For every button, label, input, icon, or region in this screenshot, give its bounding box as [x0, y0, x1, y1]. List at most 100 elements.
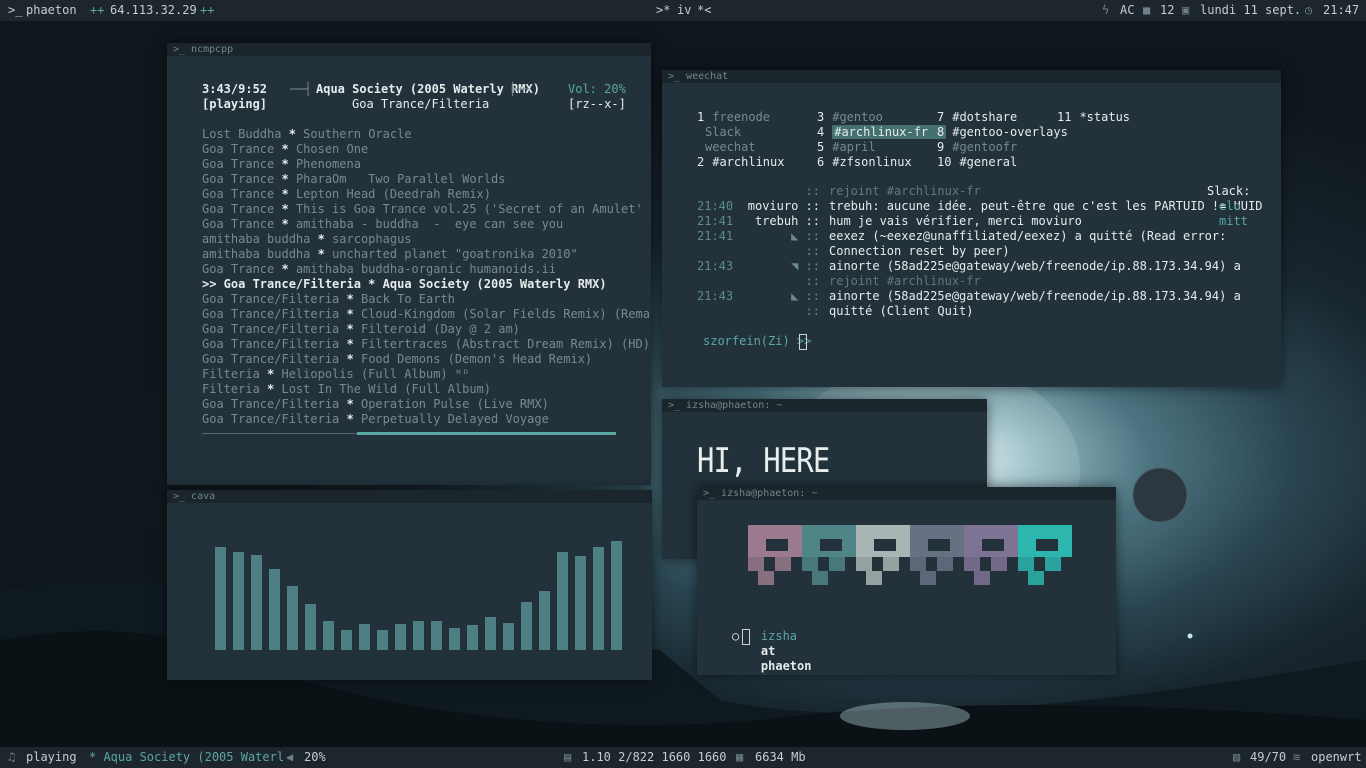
volume-level[interactable]: 20%: [304, 747, 326, 768]
playlist-item[interactable]: Goa Trance * PharaOm Two Parallel Worlds: [202, 172, 505, 187]
buffer-item[interactable]: 6 #zfsonlinux: [817, 155, 912, 170]
now-playing-title: Aqua Society (2005 Waterly RMX): [316, 82, 540, 96]
palette-block: [866, 571, 882, 585]
prompt-user: izsha: [760, 629, 798, 643]
terminal-icon: >_: [8, 3, 23, 17]
playlist-separator: *: [360, 277, 383, 291]
welcome-banner: HI, HERE: [697, 441, 830, 481]
playlist-item[interactable]: amithaba buddha * uncharted planet "goat…: [202, 247, 578, 262]
buffer-item[interactable]: 3 #gentoo: [817, 110, 883, 125]
date: lundi 11 sept.: [1200, 3, 1302, 17]
playlist-item[interactable]: Filteria * Lost In The Wild (Full Album): [202, 382, 491, 397]
playlist-item[interactable]: Goa Trance * amithaba - buddha - eye can…: [202, 217, 563, 232]
cava-bar: [359, 624, 370, 650]
playlist-item[interactable]: Lost Buddha * Southern Oracle: [202, 127, 412, 142]
playlist-separator: *: [310, 247, 333, 261]
buffer-item[interactable]: 2 #archlinux: [697, 155, 784, 170]
playlist-separator: *: [274, 262, 296, 276]
buffer-item[interactable]: Slack: [697, 125, 741, 140]
playlist-artist: >> Goa Trance/Filteria: [202, 277, 361, 291]
buffer-item[interactable]: 11 *status: [1057, 110, 1130, 125]
cava-bar: [449, 628, 460, 650]
message-nick: ::: [805, 184, 820, 198]
volume-icon: ◀: [286, 750, 294, 764]
playlist-item[interactable]: >> Goa Trance/Filteria * Aqua Society (2…: [202, 277, 607, 292]
buffer-name: weechat: [705, 140, 756, 154]
terminal-window-2[interactable]: >_ izsha@phaeton: ~ izsha at phaeton in …: [697, 487, 1116, 675]
memory-usage: 6634 Mb: [755, 750, 806, 764]
nicklist-item[interactable]: mitt: [1219, 214, 1248, 229]
playlist-item[interactable]: Filteria * Heliopolis (Full Album) ᴴᴰ: [202, 367, 469, 382]
playlist-item[interactable]: Goa Trance * Phenomena: [202, 157, 361, 172]
palette-gap: [928, 539, 950, 551]
playlist-artist: Goa Trance: [202, 202, 275, 216]
playlist-item[interactable]: Goa Trance/Filteria * Filtertraces (Abst…: [202, 337, 650, 352]
message-text: quitté (Client Quit): [829, 304, 974, 318]
playlist-item[interactable]: Goa Trance/Filteria * Cloud-Kingdom (Sol…: [202, 307, 651, 322]
playlist-separator: *: [274, 172, 296, 186]
cava-bar: [323, 621, 334, 650]
playlist-title: Chosen One: [295, 142, 369, 156]
cava-bar: [467, 625, 478, 650]
ncmpcpp-window[interactable]: >_ ncmpcpp 3:43/9:52 [playing] ──┤ Aqua …: [167, 43, 651, 485]
playlist-title: Aqua Society (2005 Waterly RMX): [382, 277, 607, 291]
playlist-item[interactable]: Goa Trance * amithaba buddha-organic hum…: [202, 262, 556, 277]
power-icon: ϟ: [1102, 3, 1110, 17]
buffer-name: #zfsonlinux: [832, 155, 912, 169]
mpd-state[interactable]: playing: [26, 747, 77, 768]
message-text: ainorte (58ad225e@gateway/web/freenode/i…: [829, 289, 1241, 303]
buffer-item[interactable]: weechat: [697, 140, 756, 155]
input-cursor[interactable]: [799, 334, 807, 350]
playlist-item[interactable]: Goa Trance * Lepton Head (Deedrah Remix): [202, 187, 491, 202]
calendar-icon: ▣: [1182, 3, 1190, 17]
buffer-number: 7: [937, 110, 945, 124]
playlist-separator: *: [259, 382, 282, 396]
palette-block: [991, 557, 1007, 571]
buffer-item[interactable]: 5 #april: [817, 140, 876, 155]
playlist-title: sarcophagus: [332, 232, 412, 246]
message-nick: ◣ ::: [791, 229, 820, 243]
buffer-item[interactable]: 9 #gentoofr: [937, 140, 1017, 155]
workspace-indicator[interactable]: iv: [677, 0, 691, 21]
playlist-item[interactable]: amithaba buddha * sarcophagus: [202, 232, 412, 247]
battery-icon: ■: [1143, 3, 1151, 17]
message-nick: ::: [805, 244, 820, 258]
nicklist-item[interactable]: elo: [1219, 199, 1241, 214]
ip-prefix: ++: [90, 3, 105, 17]
buffer-number: 1: [697, 110, 705, 124]
playlist-item[interactable]: Goa Trance/Filteria * Food Demons (Demon…: [202, 352, 592, 367]
terminal-cursor[interactable]: [742, 629, 750, 645]
cava-bar: [377, 630, 388, 650]
playlist-artist: amithaba buddha: [202, 247, 311, 261]
cava-bar: [233, 552, 244, 650]
playlist-item[interactable]: Goa Trance/Filteria * Operation Pulse (L…: [202, 397, 549, 412]
playlist-separator: *: [339, 397, 361, 411]
playlist-item[interactable]: Goa Trance/Filteria * Filteroid (Day @ 2…: [202, 322, 520, 337]
playlist-title: Lepton Head (Deedrah Remix): [295, 187, 492, 201]
volume-indicator[interactable]: Vol: 20%: [568, 82, 626, 97]
palette-block: [856, 557, 872, 571]
buffer-item[interactable]: 7 #dotshare: [937, 110, 1017, 125]
cpu-icon: ▤: [564, 750, 572, 764]
time: 21:47: [1323, 3, 1360, 17]
buffer-item[interactable]: 1 freenode: [697, 110, 770, 125]
playlist-item[interactable]: Goa Trance * Chosen One: [202, 142, 368, 157]
cava-bar: [485, 617, 496, 650]
playlist-item[interactable]: Goa Trance/Filteria * Perpetually Delaye…: [202, 412, 549, 427]
current-song: * Aqua Society (2005 Waterl: [89, 750, 285, 764]
weechat-window[interactable]: >_ weechat 1 freenode Slack weechat 2 #archli…: [662, 70, 1281, 387]
buffer-item[interactable]: 10 #general: [937, 155, 1017, 170]
playlist-artist: Goa Trance/Filteria: [202, 412, 340, 426]
palette-block: [1028, 571, 1044, 585]
wifi-icon: ≋: [1293, 750, 1301, 764]
buffer-item[interactable]: 8 #gentoo-overlays: [937, 125, 1068, 140]
playlist-separator: *: [339, 352, 361, 366]
playlist-item[interactable]: Goa Trance * This is Goa Trance vol.25 (…: [202, 202, 651, 217]
playlist-title: Filtertraces (Abstract Dream Remix) (HD): [360, 337, 650, 351]
mode-flags: [rz--x-]: [568, 97, 626, 111]
buffer-name: #general: [959, 155, 1018, 169]
playlist-item[interactable]: Goa Trance/Filteria * Back To Earth: [202, 292, 455, 307]
cava-window[interactable]: >_ cava: [167, 490, 652, 680]
buffer-item[interactable]: 4 #archlinux-fr: [817, 125, 947, 140]
playlist-artist: Goa Trance/Filteria: [202, 352, 340, 366]
